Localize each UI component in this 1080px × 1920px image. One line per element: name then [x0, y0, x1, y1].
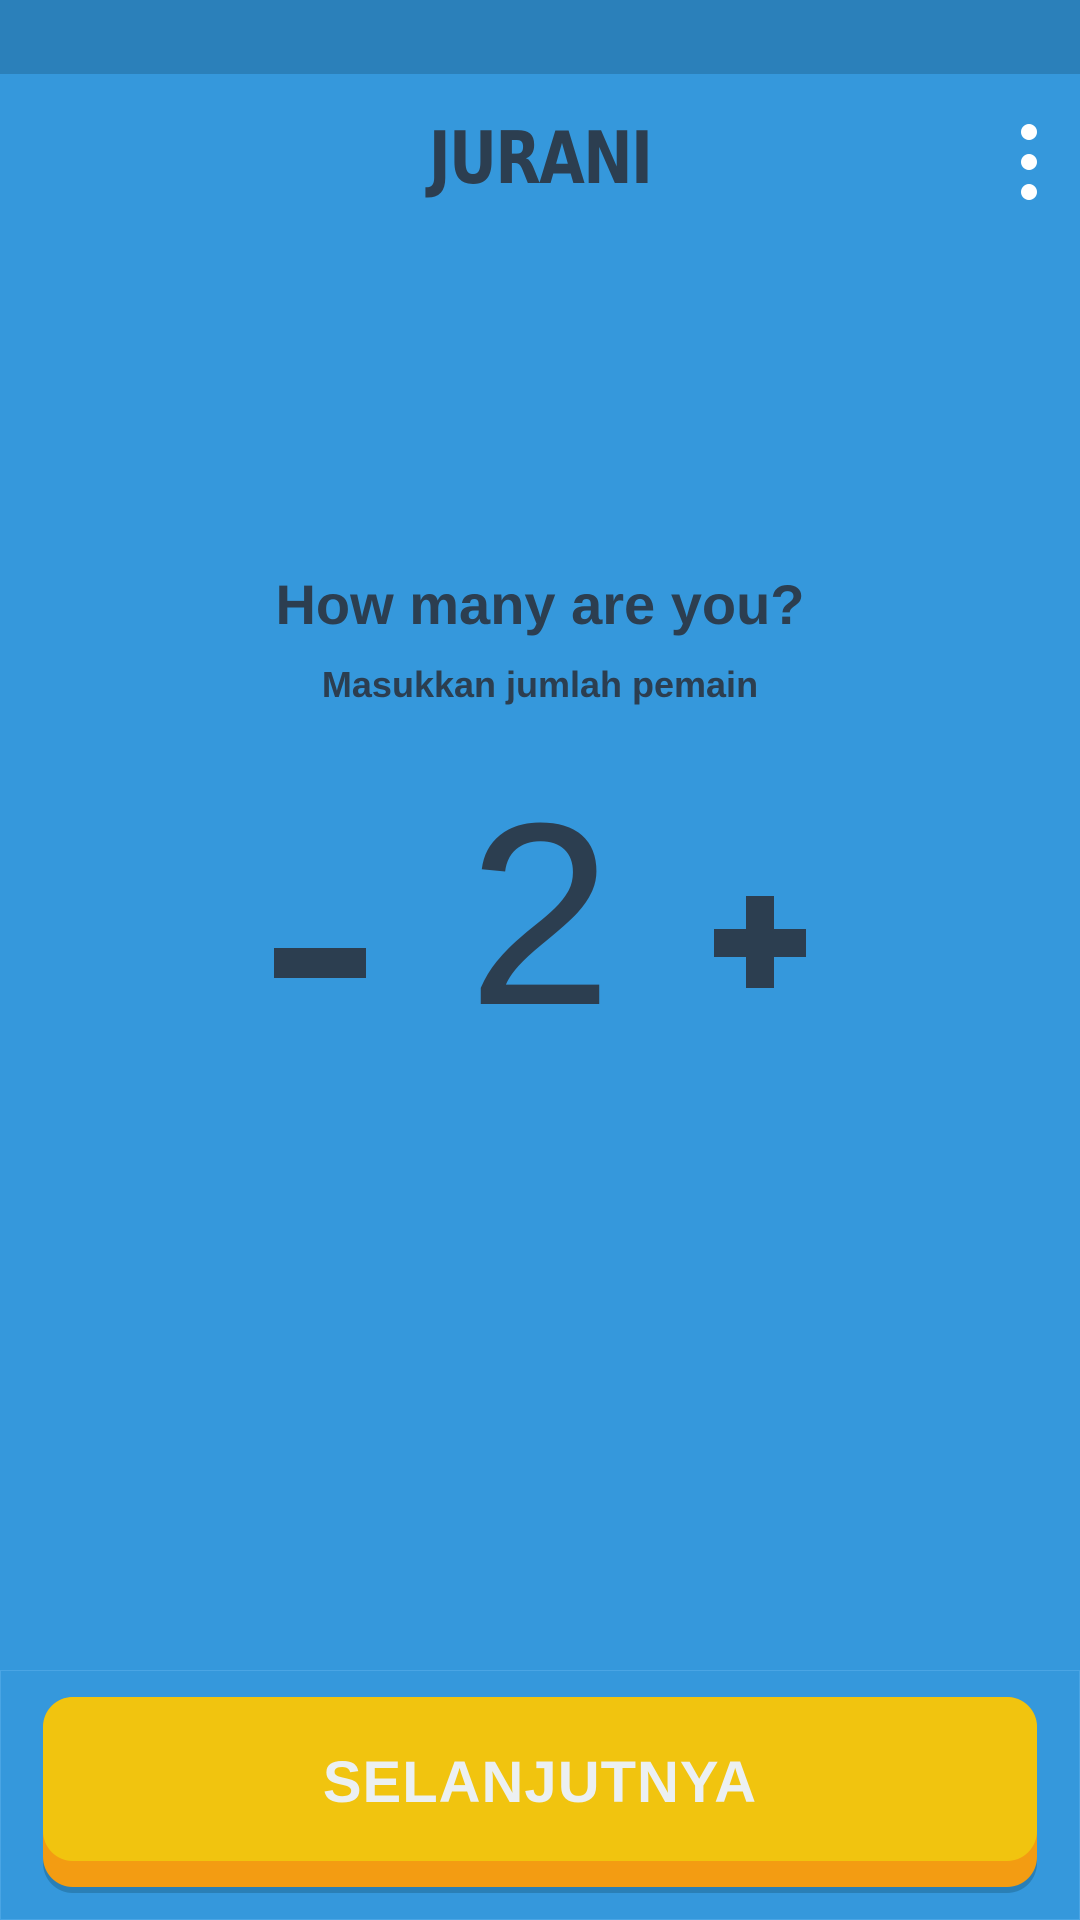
plus-icon-vertical [746, 896, 774, 988]
increment-button[interactable] [700, 840, 816, 988]
status-bar [0, 0, 1080, 74]
more-options-button[interactable] [1000, 114, 1056, 210]
bottom-action-bar: SELANJUTNYA [0, 1670, 1080, 1920]
next-button[interactable]: SELANJUTNYA [43, 1697, 1037, 1887]
decrement-button[interactable] [262, 860, 378, 978]
app-logo: JURANI [428, 116, 653, 200]
more-vertical-icon-dot [1021, 184, 1037, 200]
page-title: How many are you? [275, 573, 805, 636]
player-count-stepper: 2 [0, 770, 1080, 1060]
player-count-value: 2 [467, 770, 613, 1060]
more-vertical-icon-dot [1021, 154, 1037, 170]
page-subtitle: Masukkan jumlah pemain [321, 664, 759, 705]
next-button-label: SELANJUTNYA [322, 1750, 758, 1815]
player-count-screen: How many are you? Masukkan jumlah pemain… [0, 0, 1080, 1920]
minus-icon [274, 948, 366, 978]
more-vertical-icon [1021, 124, 1037, 140]
app-bar: JURANI [0, 74, 1080, 244]
